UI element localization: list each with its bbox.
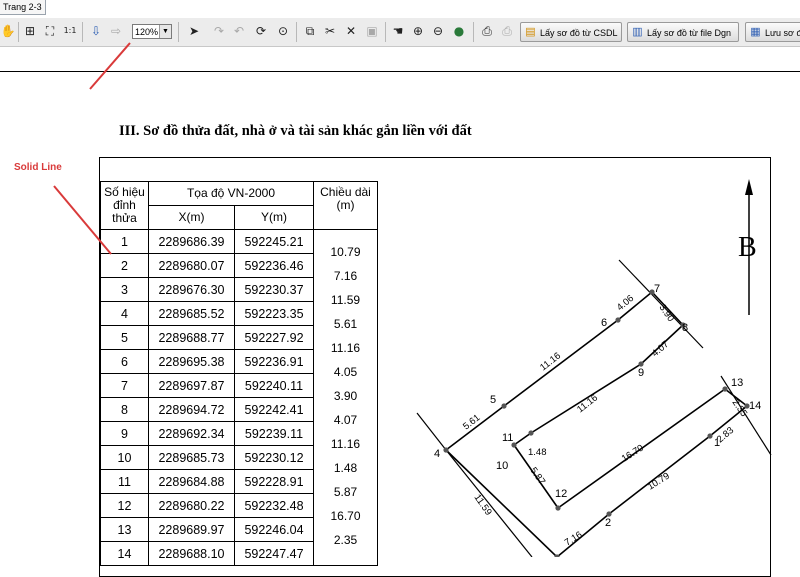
- parcel-diagram: B 12456789101112131410.797.1611.595.6111…: [53, 42, 772, 557]
- vertex-point: [615, 317, 621, 323]
- vertex-label: 13: [731, 377, 743, 389]
- vertex-point: [443, 447, 449, 453]
- north-label: B: [738, 232, 757, 263]
- boundary-edge: [503, 319, 619, 407]
- vertex-point: [722, 386, 728, 392]
- vertex-label: 4: [434, 448, 440, 460]
- vertex-label: 5: [490, 394, 496, 406]
- vertex-label: 9: [638, 367, 644, 379]
- vertex-label: 8: [682, 322, 688, 334]
- edge-length-label: 7.16: [563, 529, 585, 548]
- vertex-label: 2: [605, 517, 611, 529]
- edge-length-label: 4.06: [615, 293, 636, 313]
- edge-length-label: 11.16: [575, 392, 600, 415]
- vertex-point: [555, 505, 561, 511]
- edge-length-label: 1.48: [528, 447, 547, 458]
- vertex-point: [501, 403, 507, 409]
- edge-length-label: 5.61: [461, 412, 482, 432]
- edge-length-label: 11.59: [472, 492, 494, 517]
- vertex-label: 11: [502, 432, 513, 444]
- vertex-point: [606, 511, 612, 517]
- edge-length-label: 5.87: [528, 465, 548, 486]
- vertex-point: [707, 433, 713, 439]
- boundary-edge: [513, 432, 532, 446]
- vertex-label: 10: [496, 460, 508, 472]
- edge-length-label: 10.79: [646, 471, 672, 493]
- parcel-boundary: [445, 291, 748, 557]
- annotation-arrow-line: [53, 185, 112, 255]
- vertex-point: [528, 430, 534, 436]
- boundary-edge: [556, 513, 610, 557]
- edge-length-label: 3.90: [657, 302, 677, 323]
- vertex-label: 6: [601, 317, 607, 329]
- edge-length-label: 16.70: [620, 443, 646, 465]
- vertex-label: 14: [749, 400, 761, 412]
- annotation-arrow-zoom: [89, 42, 131, 90]
- vertex-label: 12: [555, 488, 567, 500]
- edge-length-label: 4.07: [650, 339, 671, 359]
- vertex-label: 7: [654, 283, 660, 295]
- vertex-point: [638, 361, 644, 367]
